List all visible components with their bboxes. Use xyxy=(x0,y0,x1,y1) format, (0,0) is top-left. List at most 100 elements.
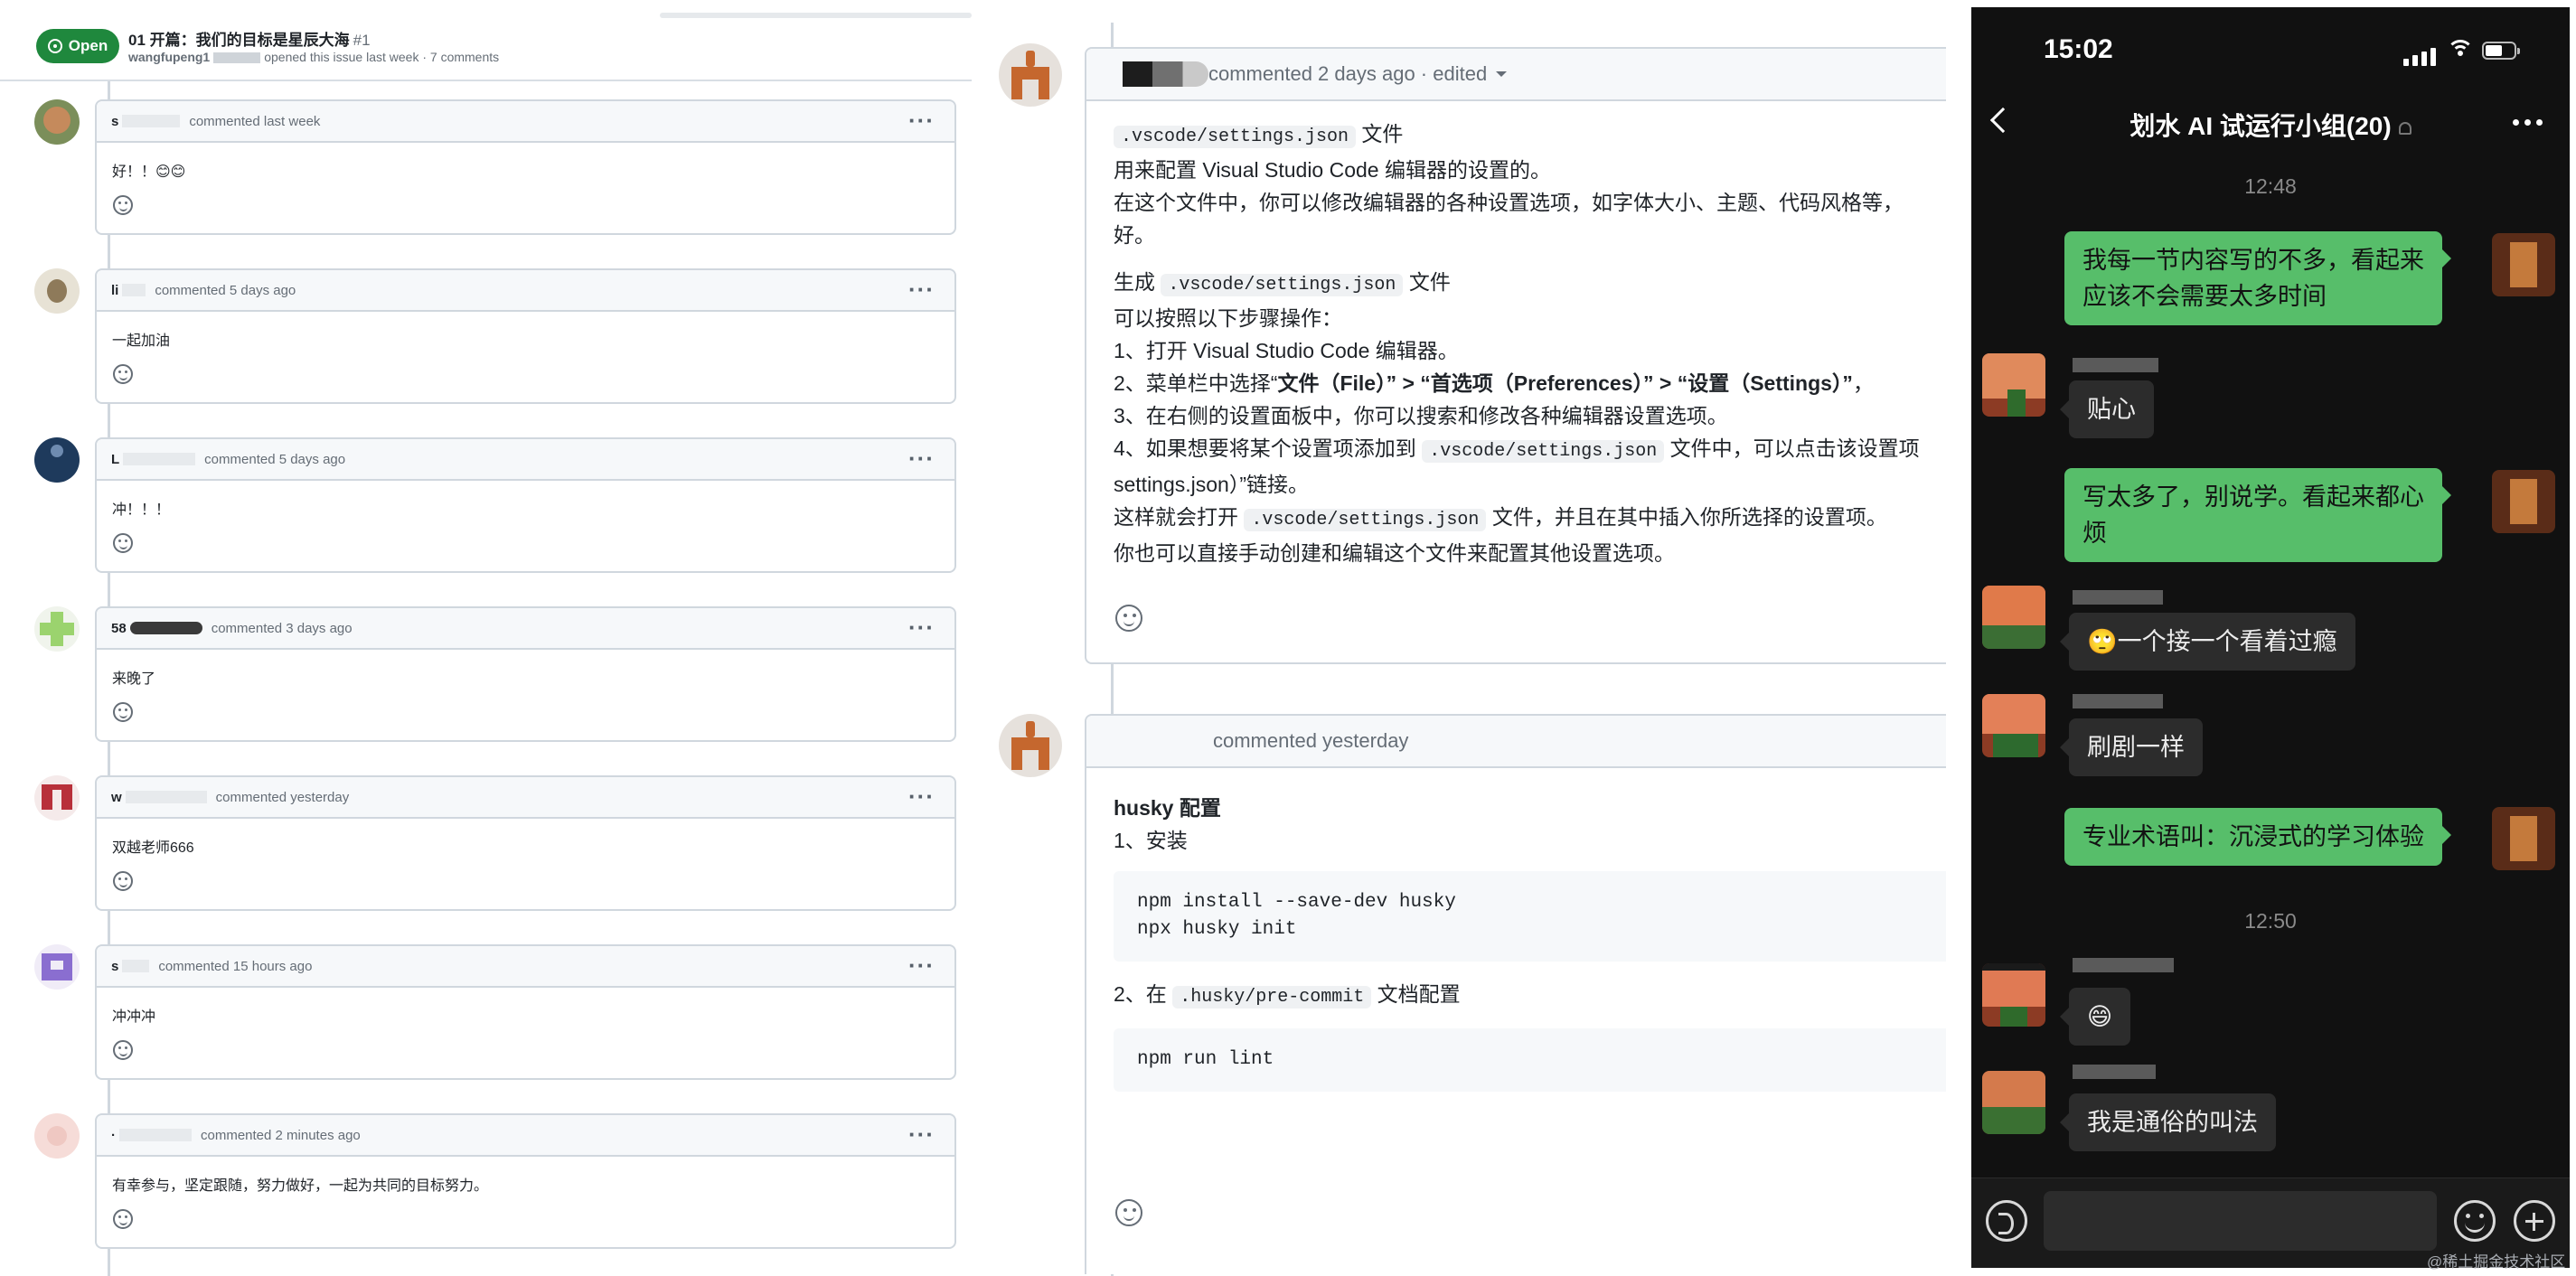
more-options-icon[interactable]: ··· xyxy=(908,952,935,980)
avatar[interactable] xyxy=(1982,694,2045,757)
avatar-self[interactable] xyxy=(2492,470,2555,533)
status-time: 15:02 xyxy=(2044,34,2113,64)
comment-time[interactable]: commented 15 hours ago xyxy=(158,959,312,974)
sender-name-redacted xyxy=(2073,694,2163,708)
add-reaction-icon[interactable] xyxy=(113,533,133,553)
avatar[interactable] xyxy=(1982,353,2045,417)
issue-number[interactable]: #1 xyxy=(353,32,371,49)
redacted xyxy=(119,1129,192,1141)
comment-card: Lcommented 5 days ago ··· 冲！！！ xyxy=(95,437,956,573)
add-reaction-icon[interactable] xyxy=(113,702,133,722)
comment-header: commented yesterday xyxy=(1086,716,1946,768)
issue-title: 01 开篇：我们的目标是星辰大海 #1 xyxy=(128,32,371,49)
add-reaction-icon[interactable] xyxy=(1115,605,1142,632)
mute-icon xyxy=(2398,121,2411,135)
avatar-self[interactable] xyxy=(2492,807,2555,870)
message-input[interactable] xyxy=(2044,1191,2437,1251)
add-reaction-icon[interactable] xyxy=(113,871,133,891)
avatar[interactable] xyxy=(34,1113,80,1159)
comment-time[interactable]: commented last week xyxy=(189,114,320,129)
add-reaction-icon[interactable] xyxy=(113,1209,133,1229)
comment-author[interactable]: s xyxy=(111,114,118,129)
avatar[interactable] xyxy=(1982,1071,2045,1134)
comment-time[interactable]: commented 3 days ago xyxy=(212,621,353,636)
comment-author[interactable]: · xyxy=(111,1128,116,1143)
comment-author[interactable]: L xyxy=(111,452,119,467)
comment-time[interactable]: commented 2 days ago · edited xyxy=(1208,62,1487,86)
message-bubble-sent[interactable]: 我每一节内容写的不多，看起来 应该不会需要太多时间 xyxy=(2064,231,2451,325)
comment-time[interactable]: commented 5 days ago xyxy=(155,283,296,298)
comment-header: s commented 15 hours ago ··· xyxy=(97,946,954,988)
redacted-author xyxy=(1123,61,1208,87)
avatar[interactable] xyxy=(999,43,1062,107)
comment-card: s commented last week ··· 好！！😊😊 xyxy=(95,99,956,235)
comment-card: · commented 2 minutes ago ··· 有幸参与，坚定跟随，努力… xyxy=(95,1113,956,1249)
add-reaction-icon[interactable] xyxy=(113,1040,133,1060)
message-bubble-sent[interactable]: 专业术语叫：沉浸式的学习体验 xyxy=(2064,808,2451,866)
voice-input-icon[interactable] xyxy=(1986,1200,2027,1242)
more-options-icon[interactable]: ··· xyxy=(908,107,935,135)
comment-body: .vscode/settings.json 文件 用来配置 Visual Stu… xyxy=(1114,122,1920,565)
add-reaction-icon[interactable] xyxy=(113,195,133,215)
comment-time[interactable]: commented 5 days ago xyxy=(204,452,345,467)
more-options-icon[interactable]: ··· xyxy=(908,1121,935,1149)
comment-body: husky 配置 1、安装 npm install --save-dev hus… xyxy=(1086,768,1946,1092)
more-options-icon[interactable]: ··· xyxy=(908,783,935,811)
more-options-icon[interactable] xyxy=(2513,119,2543,126)
more-options-icon[interactable]: ··· xyxy=(908,445,935,473)
comment-time[interactable]: commented yesterday xyxy=(1213,729,1408,753)
plus-icon[interactable] xyxy=(2514,1200,2555,1242)
watermark: @稀土掘金技术社区 xyxy=(2427,1253,2566,1271)
avatar[interactable] xyxy=(999,714,1062,777)
sender-name-redacted xyxy=(2073,958,2174,972)
message-bubble-received[interactable]: 🙄一个接一个看着过瘾 xyxy=(2060,613,2355,671)
issue-open-icon xyxy=(47,39,62,53)
avatar[interactable] xyxy=(34,606,80,652)
more-options-icon[interactable]: ··· xyxy=(908,276,935,304)
comment-body: 有幸参与，坚定跟随，努力做好，一起为共同的目标努力。 xyxy=(112,1178,489,1194)
avatar[interactable] xyxy=(1982,586,2045,649)
message-bubble-received[interactable]: 刷剧一样 xyxy=(2060,718,2203,776)
status-badge-open: Open xyxy=(36,29,119,63)
message-bubble-received[interactable]: 我是通俗的叫法 xyxy=(2060,1093,2276,1151)
sender-name-redacted xyxy=(2073,358,2158,372)
message-bubble-received[interactable]: 贴心 xyxy=(2060,380,2154,438)
redacted xyxy=(122,115,181,127)
timestamp: 12:50 xyxy=(2244,909,2297,933)
message-bubble-received[interactable]: 😄 xyxy=(2059,988,2131,1046)
emoji-icon[interactable] xyxy=(2454,1200,2496,1242)
comment-time[interactable]: commented yesterday xyxy=(216,790,350,805)
comment-body: 冲！！！ xyxy=(112,502,171,518)
sender-name-redacted xyxy=(2073,590,2163,605)
comment-body: 冲冲冲 xyxy=(112,1009,156,1025)
avatar-self[interactable] xyxy=(2492,233,2555,296)
comment-header: commented 2 days ago · edited xyxy=(1086,49,1946,101)
avatar[interactable] xyxy=(34,775,80,821)
avatar[interactable] xyxy=(34,268,80,314)
issue-author-link[interactable]: wangfupeng1 xyxy=(128,50,210,64)
scrollbar[interactable] xyxy=(660,13,972,18)
comment-time[interactable]: commented 2 minutes ago xyxy=(201,1128,361,1143)
avatar[interactable] xyxy=(34,99,80,145)
comment-author[interactable]: li xyxy=(111,283,118,298)
comment-body: 双越老师666 xyxy=(112,840,194,856)
add-reaction-icon[interactable] xyxy=(1115,1199,1142,1226)
issue-meta: wangfupeng1 opened this issue last week ·… xyxy=(128,50,500,64)
comment-header: w commented yesterday ··· xyxy=(97,777,954,819)
comment-author[interactable]: 58 xyxy=(111,621,127,636)
avatar[interactable] xyxy=(34,944,80,990)
comment-header: Lcommented 5 days ago ··· xyxy=(97,439,954,481)
comment-author[interactable]: w xyxy=(111,790,122,805)
avatar[interactable] xyxy=(34,437,80,483)
comment-card: 58 commented 3 days ago ··· 来晚了 xyxy=(95,606,956,742)
issue-header: Open 01 开篇：我们的目标是星辰大海 #1 wangfupeng1 opene… xyxy=(0,0,972,81)
detail-comments-panel: commented 2 days ago · edited .vscode/se… xyxy=(990,0,1946,1276)
message-bubble-sent[interactable]: 写太多了，别说学。看起来都心烦 xyxy=(2064,468,2451,562)
more-options-icon[interactable]: ··· xyxy=(908,614,935,642)
comment-author[interactable]: s xyxy=(111,959,118,974)
avatar[interactable] xyxy=(1982,963,2045,1027)
chevron-down-icon[interactable] xyxy=(1496,71,1508,77)
add-reaction-icon[interactable] xyxy=(113,364,133,384)
redacted xyxy=(129,622,202,634)
signal-icon xyxy=(2403,48,2436,66)
